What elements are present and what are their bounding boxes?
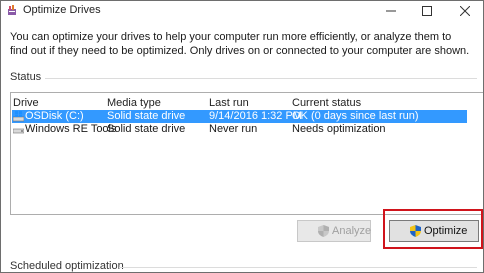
media-type: Solid state drive: [107, 123, 186, 135]
maximize-icon: [422, 6, 432, 16]
close-icon: [460, 6, 470, 16]
close-button[interactable]: [451, 1, 479, 21]
media-type: Solid state drive: [107, 110, 186, 122]
optimize-label: Optimize: [424, 225, 468, 237]
scheduled-optimization-header: Scheduled optimization: [10, 260, 124, 272]
column-header-media-type[interactable]: Media type: [107, 97, 161, 109]
window-title: Optimize Drives: [23, 4, 101, 16]
last-run: 9/14/2016 1:32 PM: [209, 110, 302, 122]
drive-row-windows-re-tools[interactable]: Windows RE Tools Solid state drive Never…: [12, 123, 467, 136]
title-bar[interactable]: Optimize Drives: [1, 1, 483, 21]
scheduled-divider: [119, 267, 477, 268]
windows-drive-icon: [13, 111, 24, 122]
column-header-current-status[interactable]: Current status: [292, 97, 361, 109]
analyze-button[interactable]: Analyze: [297, 220, 371, 242]
drives-list[interactable]: Drive Media type Last run Current status…: [10, 92, 483, 215]
optimize-button[interactable]: Optimize: [389, 220, 479, 242]
status-divider: [45, 78, 477, 79]
minimize-button[interactable]: [377, 1, 405, 21]
analyze-label: Analyze: [332, 225, 372, 237]
drive-name: Windows RE Tools: [25, 123, 117, 135]
current-status: OK (0 days since last run): [292, 110, 419, 122]
last-run: Never run: [209, 123, 258, 135]
status-header: Status: [10, 71, 42, 83]
maximize-button[interactable]: [413, 1, 441, 21]
drive-icon: [13, 128, 24, 134]
defrag-app-icon: [8, 5, 16, 15]
drive-row-osdisk[interactable]: OSDisk (C:) Solid state drive 9/14/2016 …: [12, 110, 467, 123]
description-text: You can optimize your drives to help you…: [10, 31, 470, 57]
drive-name: OSDisk (C:): [25, 110, 84, 122]
column-header-drive[interactable]: Drive: [13, 97, 39, 109]
current-status: Needs optimization: [292, 123, 386, 135]
column-header-last-run[interactable]: Last run: [209, 97, 249, 109]
minimize-icon: [386, 10, 396, 12]
uac-shield-icon: [410, 225, 421, 237]
list-header: Drive Media type Last run Current status: [11, 93, 483, 110]
uac-shield-icon: [318, 225, 329, 237]
optimize-drives-window: Optimize Drives You can optimize your dr…: [0, 0, 484, 273]
